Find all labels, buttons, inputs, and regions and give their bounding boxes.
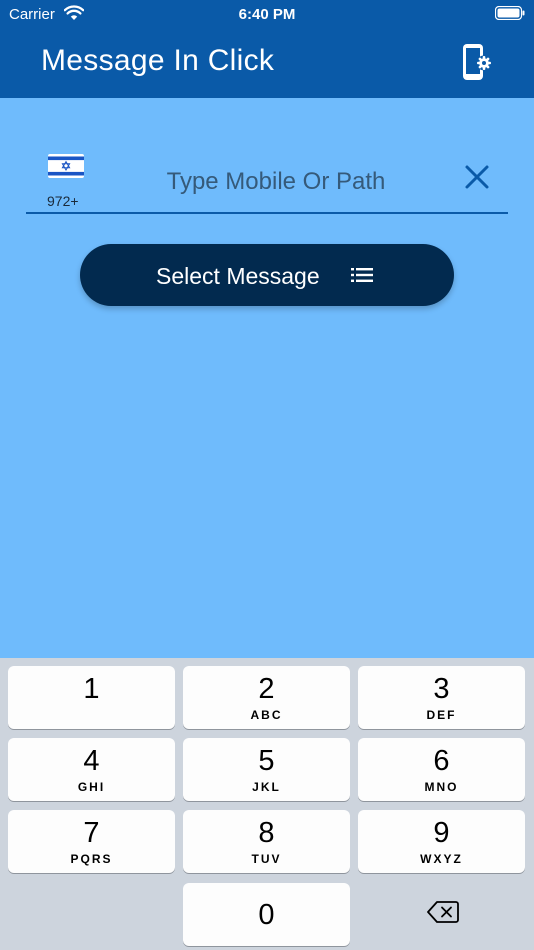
status-time: 6:40 PM [238,6,296,23]
app-title: Message In Click [41,44,275,77]
key-letters: WXYZ [420,852,463,866]
key-letters: ABC [250,708,283,722]
select-message-label: Select Message [156,263,320,289]
key-letters: PQRS [70,852,113,866]
input-underline [26,212,508,214]
phone-settings-icon[interactable] [461,43,493,81]
key-6[interactable]: 6 MNO [358,738,525,801]
key-digit: 5 [258,745,275,777]
key-4[interactable]: 4 GHI [8,738,175,801]
list-icon [351,268,373,282]
key-9[interactable]: 9 WXYZ [358,810,525,873]
key-letters: MNO [424,780,459,794]
israel-flag-icon[interactable] [48,154,84,178]
key-letters: GHI [77,780,106,794]
close-icon [465,165,489,189]
country-code[interactable]: 972+ [47,193,79,209]
clear-button[interactable] [460,160,494,194]
key-digit: 8 [258,817,275,849]
key-5[interactable]: 5 JKL [183,738,350,801]
key-7[interactable]: 7 PQRS [8,810,175,873]
battery-icon [495,6,525,20]
key-8[interactable]: 8 TUV [183,810,350,873]
key-letters: TUV [251,852,282,866]
key-digit: 6 [433,745,450,777]
key-letters: DEF [426,708,457,722]
key-digit: 4 [83,745,100,777]
key-2[interactable]: 2 ABC [183,666,350,729]
backspace-icon [427,901,459,923]
key-digit: 0 [258,899,275,931]
key-letters: JKL [252,780,281,794]
select-message-button[interactable]: Select Message [80,244,454,306]
key-1[interactable]: 1 [8,666,175,729]
key-digit: 3 [433,673,450,705]
numeric-keyboard: 1 2 ABC 3 DEF 4 GHI 5 JKL 6 MNO 7 PQRS 8… [0,658,534,950]
key-0[interactable]: 0 [183,883,350,946]
app-header: Carrier 6:40 PM Message In Click [0,0,534,98]
key-3[interactable]: 3 DEF [358,666,525,729]
key-digit: 2 [258,673,275,705]
mobile-or-path-input[interactable] [120,160,432,204]
key-digit: 7 [83,817,100,849]
backspace-button[interactable] [358,884,525,940]
key-digit: 1 [83,673,100,705]
status-bar: Carrier 6:40 PM [0,0,534,30]
key-digit: 9 [433,817,450,849]
